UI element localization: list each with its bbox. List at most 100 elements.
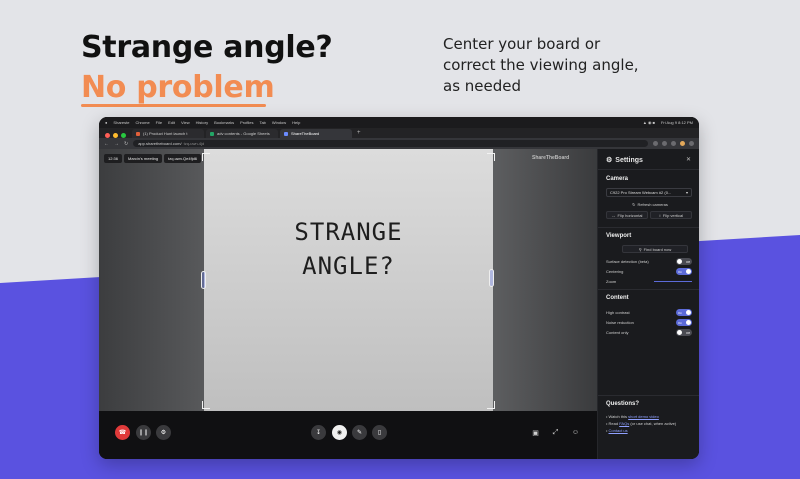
menubar-item[interactable]: Tab (259, 120, 265, 125)
menubar-item[interactable]: Edit (168, 120, 175, 125)
edge-drag-handle-right[interactable] (489, 269, 494, 287)
meeting-code[interactable]: tzq.uwn.Qe4fjd6 (164, 154, 202, 163)
extension-icon[interactable] (671, 141, 676, 146)
camera-button[interactable]: ◉ (332, 425, 347, 440)
refresh-cameras-button[interactable]: ↻ Refresh cameras (622, 200, 678, 208)
tab-label: ShareTheBoard (291, 131, 320, 136)
wall-left (99, 149, 204, 411)
high-contrast-row: High contrast On (606, 309, 692, 316)
hangup-button[interactable]: ☎ (115, 425, 130, 440)
zoom-label: Zoom (606, 279, 617, 284)
flip-vertical-button[interactable]: ↕ Flip vertical (650, 211, 692, 219)
menubar-item[interactable]: File (156, 120, 162, 125)
noise-reduction-row: Noise reduction On (606, 319, 692, 326)
browser-tab[interactable]: adv contents - Google Sheets (206, 129, 278, 138)
flip-vertical-label: Flip vertical (662, 212, 684, 218)
close-window-icon[interactable] (105, 133, 110, 138)
tab-label: (1) Product Hunt launch t (143, 131, 188, 136)
os-menubar: ● Shareste Chrome File Edit View History… (99, 117, 699, 128)
board-text-line: STRANGE (294, 218, 403, 246)
headline-line2: No problem (81, 70, 275, 105)
surface-detection-row: Surface detection (beta) Off (606, 258, 692, 265)
headline-line1: Strange angle? (81, 30, 333, 65)
extension-icon[interactable] (653, 141, 658, 146)
menubar-item[interactable]: Help (292, 120, 300, 125)
board-handwriting: STRANGE ANGLE? (204, 215, 493, 283)
content-only-toggle[interactable]: Off (676, 329, 692, 336)
eraser-button[interactable]: ▯ (372, 425, 387, 440)
bookmark-icon[interactable] (662, 141, 667, 146)
surface-detection-toggle[interactable]: Off (676, 258, 692, 265)
gallery-icon: ▣ (532, 429, 539, 437)
find-board-button[interactable]: ⚲ Find board now (622, 245, 688, 253)
menubar-item[interactable]: Profiles (240, 120, 253, 125)
refresh-icon: ↻ (632, 201, 636, 207)
url-field[interactable]: app.sharetheboard.com/ tzq-uwn-4jd (133, 140, 648, 147)
demo-video-link[interactable]: short demo video (628, 414, 659, 419)
corner-handle[interactable] (202, 153, 210, 161)
divider (598, 395, 699, 396)
pen-button[interactable]: ✎ (352, 425, 367, 440)
browser-tab[interactable]: (1) Product Hunt launch t (132, 129, 204, 138)
participants-button[interactable]: ☺ (571, 428, 580, 437)
contact-link[interactable]: Contact us (609, 428, 628, 433)
centering-row: Centering On (606, 268, 692, 275)
eraser-icon: ▯ (377, 430, 382, 436)
browser-tab-active[interactable]: ShareTheBoard (280, 129, 352, 138)
high-contrast-toggle[interactable]: On (676, 309, 692, 316)
divider (598, 227, 699, 228)
noise-reduction-toggle[interactable]: On (676, 319, 692, 326)
app-window: ● Shareste Chrome File Edit View History… (99, 117, 699, 459)
corner-handle[interactable] (202, 401, 210, 409)
menubar-item[interactable]: Chrome (135, 120, 149, 125)
centering-toggle[interactable]: On (676, 268, 692, 275)
menubar-app[interactable]: Shareste (113, 120, 129, 125)
people-icon: ☺ (571, 429, 580, 436)
menubar-item[interactable]: History (196, 120, 208, 125)
flip-horizontal-icon: ↔ (611, 212, 616, 218)
fit-screen-button[interactable]: ⤢ (551, 428, 560, 437)
edge-drag-handle-left[interactable] (201, 271, 206, 289)
gallery-button[interactable]: ▣ (531, 428, 540, 437)
camera-select[interactable]: C922 Pro Stream Webcam #2 (0... ▾ (606, 188, 692, 197)
menubar-clock[interactable]: Fri Aug 9 8:12 PM (661, 120, 693, 125)
settings-button[interactable]: ⚙ (156, 425, 171, 440)
meeting-name: Marcin's meeting (124, 154, 163, 163)
menubar-item[interactable]: View (181, 120, 190, 125)
corner-handle[interactable] (487, 153, 495, 161)
settings-title-text: Settings (615, 156, 643, 164)
minimize-window-icon[interactable] (113, 133, 118, 138)
corner-handle[interactable] (487, 401, 495, 409)
pen-icon: ✎ (356, 430, 363, 436)
browser-actions (653, 141, 694, 146)
high-contrast-label: High contrast (606, 310, 630, 315)
download-button[interactable]: ↧ (311, 425, 326, 440)
apple-icon[interactable]: ● (105, 120, 107, 125)
camera-select-value: C922 Pro Stream Webcam #2 (0... (610, 190, 672, 195)
brand-logo: ShareTheBoard (532, 155, 570, 161)
tab-favicon-icon (136, 131, 140, 136)
camera-icon: ◉ (336, 430, 343, 436)
status-icons[interactable]: ▲ ◉ ■ (643, 120, 655, 125)
faq-link[interactable]: FAQs (619, 421, 629, 426)
back-icon[interactable]: ← (104, 141, 109, 147)
zoom-row: Zoom (606, 278, 692, 285)
close-icon[interactable]: ✕ (686, 156, 691, 163)
zoom-slider[interactable] (654, 281, 692, 282)
download-icon: ↧ (315, 430, 322, 436)
menubar-item[interactable]: Window (272, 120, 286, 125)
menubar-item[interactable]: Bookmarks (214, 120, 234, 125)
browser-menu-icon[interactable] (689, 141, 694, 146)
new-tab-button[interactable]: + (354, 129, 364, 138)
flip-horizontal-button[interactable]: ↔ Flip horizontal (606, 211, 648, 219)
maximize-window-icon[interactable] (121, 133, 126, 138)
board-text-line: ANGLE? (302, 252, 395, 280)
help-item: • Watch this short demo video (606, 414, 659, 419)
reload-icon[interactable]: ↻ (124, 141, 128, 147)
surface-detection-label: Surface detection (beta) (606, 259, 649, 264)
gear-icon: ⚙ (606, 157, 613, 164)
wall-right (493, 149, 597, 411)
forward-icon[interactable]: → (114, 141, 119, 147)
profile-avatar[interactable] (680, 141, 685, 146)
pause-button[interactable]: ❙❙ (136, 425, 151, 440)
